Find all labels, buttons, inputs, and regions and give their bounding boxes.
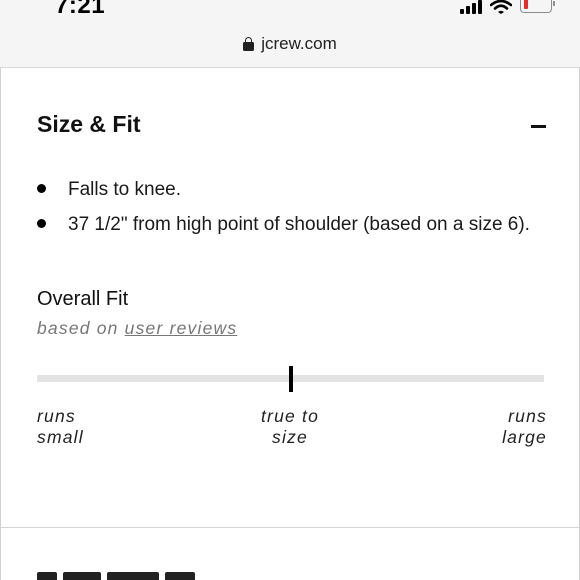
fit-label-line: size: [272, 427, 308, 447]
fit-scale-marker: [288, 366, 293, 392]
list-item: 37 1/2" from high point of shoulder (bas…: [37, 211, 557, 238]
section-divider: [0, 527, 580, 528]
product-page: 7:21 jcrew.com Size & Fit Falls to knee.…: [0, 0, 580, 580]
status-icons: [460, 0, 555, 16]
fit-label-line: runs: [508, 406, 547, 426]
lock-icon: [243, 37, 255, 51]
fit-label-runs-large: runs large: [487, 406, 547, 448]
fit-scale-track: [37, 366, 544, 392]
size-fit-header[interactable]: Size & Fit: [37, 111, 549, 141]
fit-label-line: large: [502, 427, 547, 447]
battery-icon: [520, 0, 555, 13]
minus-icon: [530, 124, 546, 128]
user-reviews-link[interactable]: user reviews: [125, 318, 238, 338]
battery-level: [524, 0, 528, 9]
overall-fit-subtitle: based on user reviews: [37, 318, 237, 339]
collapse-button[interactable]: [529, 115, 547, 137]
next-section-heading-peek: [37, 572, 227, 580]
size-fit-details: Falls to knee. 37 1/2" from high point o…: [37, 176, 557, 238]
subtitle-prefix: based on: [37, 318, 119, 338]
cellular-signal-icon: [460, 0, 482, 14]
bullet-icon: [37, 219, 46, 228]
list-item-text: Falls to knee.: [68, 179, 181, 200]
fit-label-runs-small: runs small: [37, 406, 84, 448]
fit-label-line: true to: [260, 406, 319, 426]
overall-fit-title: Overall Fit: [37, 288, 129, 310]
content-frame-left: [0, 68, 1, 580]
list-item: Falls to knee.: [37, 176, 557, 203]
url-domain: jcrew.com: [261, 34, 337, 53]
browser-chrome: 7:21 jcrew.com: [0, 0, 580, 68]
url-bar[interactable]: jcrew.com: [0, 34, 580, 54]
list-item-text: 37 1/2" from high point of shoulder (bas…: [68, 214, 530, 235]
status-time: 7:21: [55, 0, 106, 19]
fit-label-line: runs: [37, 406, 76, 426]
fit-label-true-to-size: true to size: [258, 406, 322, 448]
wifi-icon: [490, 0, 512, 14]
bullet-icon: [37, 184, 46, 193]
section-title: Size & Fit: [37, 111, 141, 137]
fit-label-line: small: [37, 427, 84, 447]
